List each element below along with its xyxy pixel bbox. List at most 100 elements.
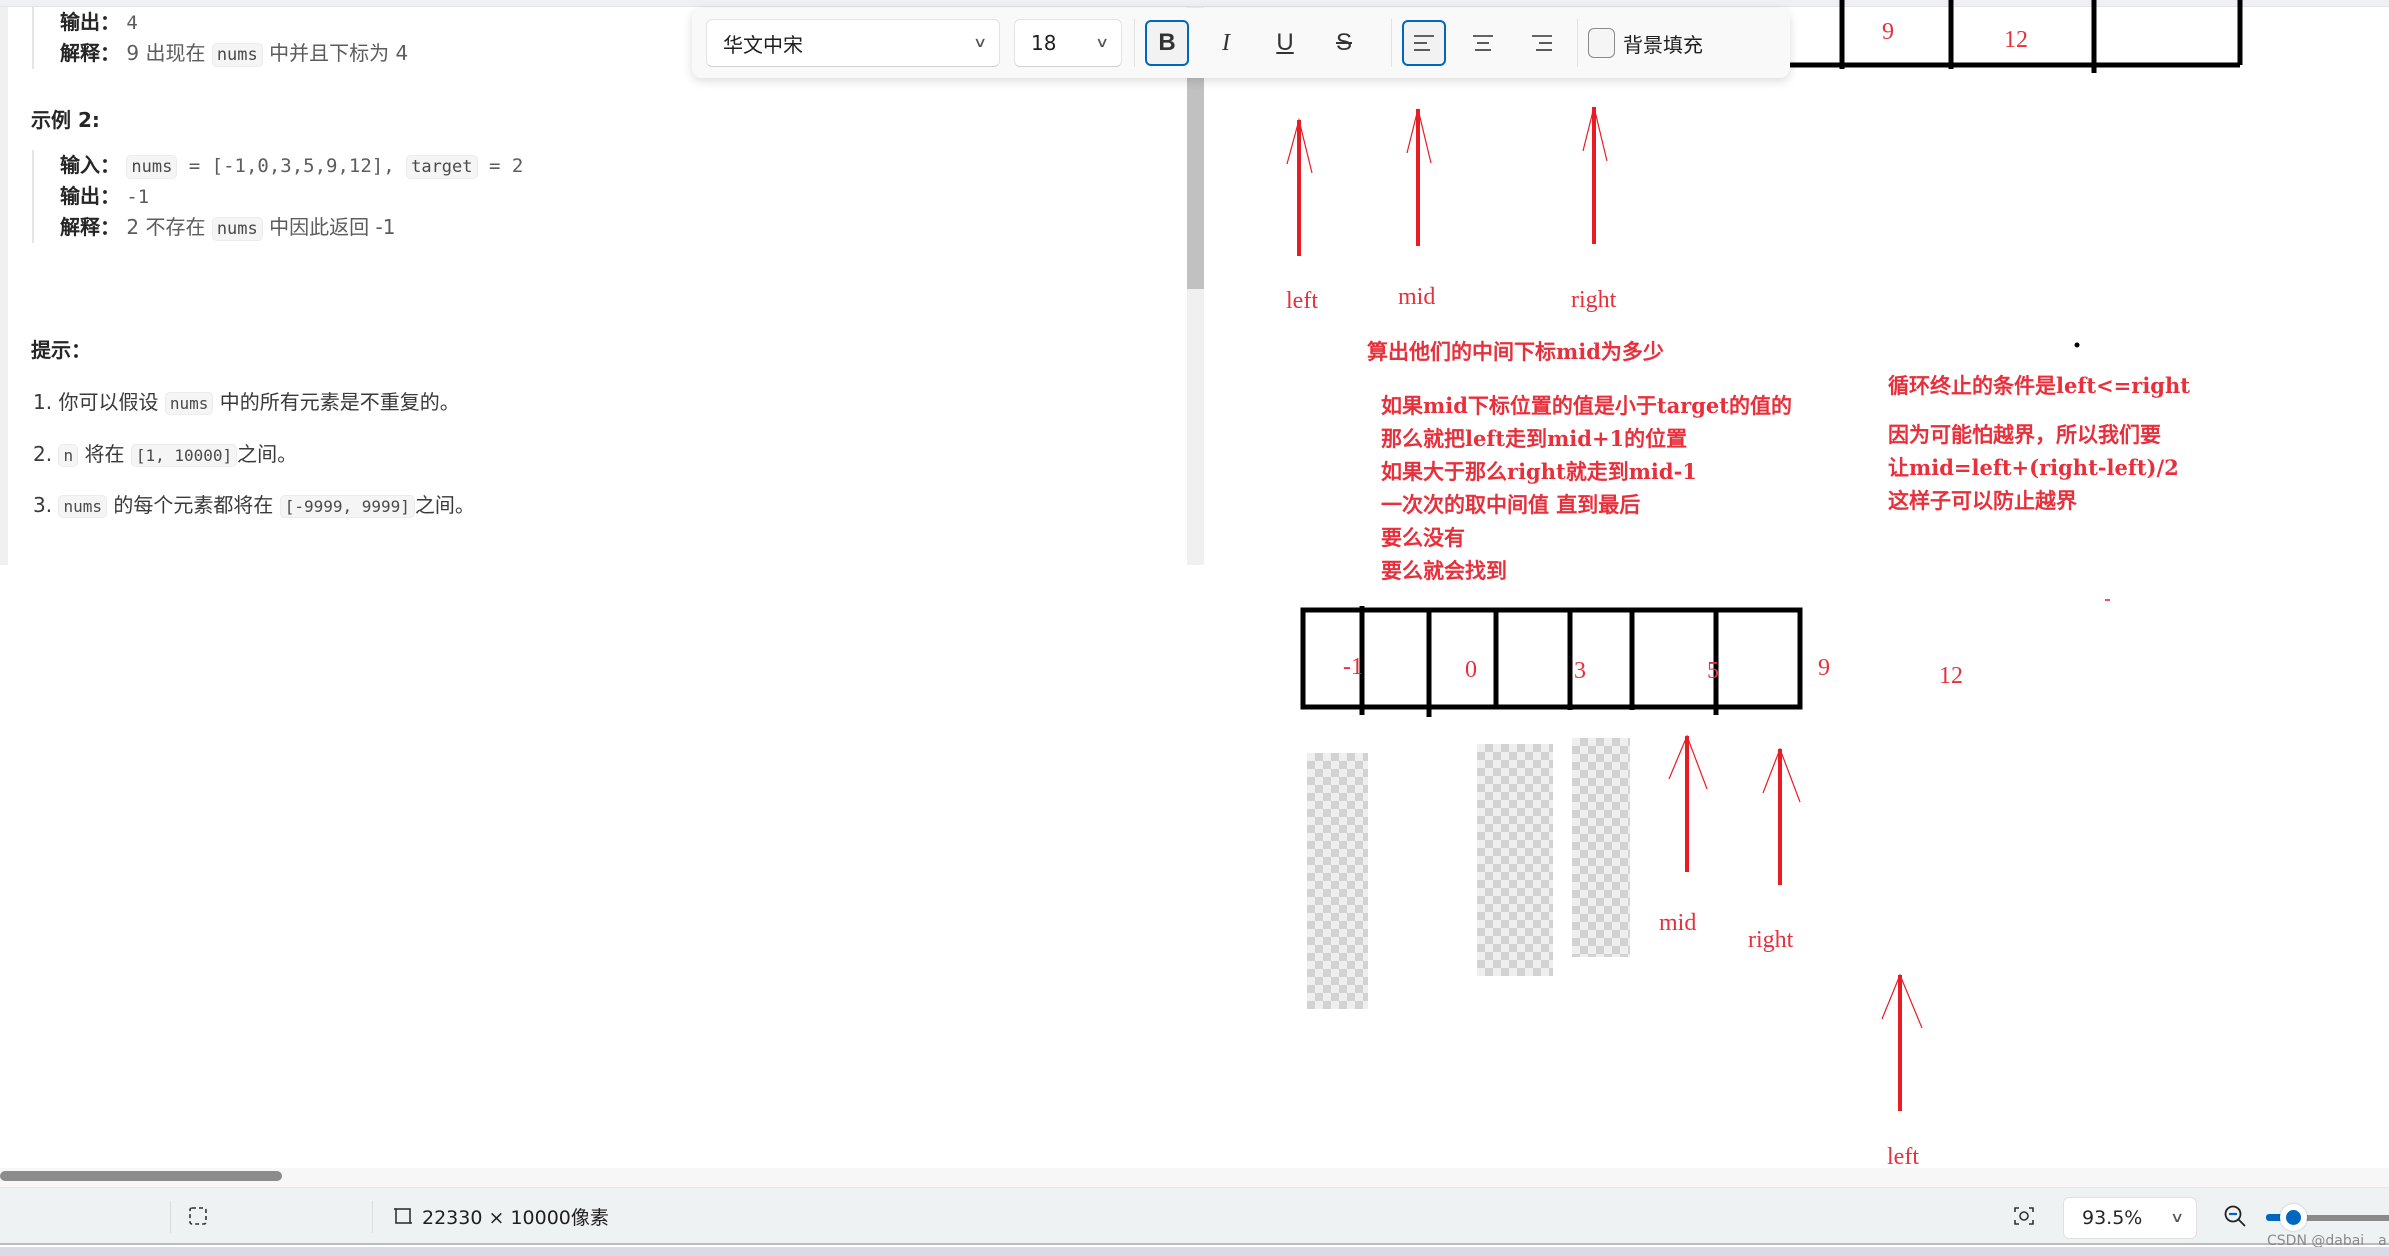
italic-button[interactable]: I	[1204, 20, 1248, 66]
dimensions-icon	[394, 1208, 412, 1224]
explain-text: 中因此返回 -1	[262, 215, 396, 239]
zoom-slider-thumb[interactable]	[2280, 1204, 2307, 1231]
inline-code: nums	[58, 495, 107, 518]
hint-number: 3.	[33, 493, 53, 517]
annotation-step: 那么就把left走到mid+1的位置	[1381, 426, 1688, 451]
inline-code: target	[406, 155, 478, 179]
hint-text: 将在	[78, 442, 131, 466]
annotation-step: 如果大于那么right就走到mid-1	[1381, 459, 1697, 484]
transparent-region	[1572, 738, 1630, 957]
example1-tail: 输出： 4 解释： 9 出现在 nums 中并且下标为 4	[32, 7, 408, 69]
top-arrow-mid	[1406, 108, 1432, 246]
bottom-array-value: -1	[1343, 654, 1363, 680]
bold-button[interactable]: B	[1145, 20, 1189, 66]
hint-item: 3. nums 的每个元素都将在 [-9999, 9999] 之间。	[33, 489, 475, 518]
status-bar: 22330 × 10000像素 93.5% ∨	[0, 1187, 2389, 1245]
problem-description-panel: 输出： 4 解释： 9 出现在 nums 中并且下标为 4 示例 2: 输入： …	[0, 7, 1205, 565]
hint-text: 的每个元素都将在	[106, 493, 280, 517]
status-divider	[170, 1201, 171, 1233]
output-value: -1	[126, 186, 150, 208]
annotation-overflow-line: 让mid=left+(right-left)/2	[1888, 455, 2179, 480]
chevron-down-icon: ∨	[972, 35, 988, 51]
toolbar-divider	[1391, 19, 1392, 67]
panel-scrollbar-thumb[interactable]	[1187, 67, 1204, 289]
font-family-value: 华文中宋	[723, 32, 803, 57]
selection-icon	[189, 1207, 207, 1225]
text-format-toolbar: 华文中宋 ∨ 18 ∨ B I U S 背景填充	[692, 8, 1790, 78]
inline-code: [1, 10000]	[130, 444, 238, 467]
output-value: 4	[126, 12, 138, 34]
output-label: 输出：	[60, 10, 120, 34]
annotation-overflow-line: 因为可能怕越界，所以我们要	[1888, 422, 2161, 447]
align-center-icon	[1473, 35, 1493, 51]
top-arrow-right	[1582, 106, 1608, 244]
zoom-level-dropdown[interactable]: 93.5% ∨	[2063, 1197, 2197, 1239]
stray-dot	[2074, 342, 2080, 348]
hint-item: 1. 你可以假设 nums 中的所有元素是不重复的。	[33, 386, 460, 415]
label-mid: mid	[1398, 284, 1436, 310]
hint-item: 2. n 将在 [1, 10000] 之间。	[33, 438, 297, 467]
underline-button[interactable]: U	[1263, 20, 1307, 66]
hint-text: 中的所有元素是不重复的。	[213, 390, 460, 414]
strikethrough-button[interactable]: S	[1322, 20, 1366, 66]
panel-gutter	[0, 7, 8, 565]
toolbar-divider	[1134, 19, 1135, 67]
zoom-out-icon	[2224, 1205, 2246, 1227]
explain-text: 中并且下标为 4	[262, 41, 409, 65]
example2-input: 输入： nums = [-1,0,3,5,9,12], target = 2	[60, 150, 523, 181]
image-dimensions: 22330 × 10000像素	[393, 1188, 609, 1244]
explain-label: 解释：	[60, 41, 120, 65]
fit-to-window-button[interactable]	[2013, 1188, 2035, 1244]
annotation-step: 要么就会找到	[1381, 558, 1507, 583]
font-size-dropdown[interactable]: 18 ∨	[1014, 19, 1122, 67]
explain-text: 2 不存在	[126, 215, 212, 239]
explain-text: 9 出现在	[126, 41, 212, 65]
inline-code: nums	[211, 217, 263, 241]
horizontal-scrollbar[interactable]	[0, 1168, 2389, 1187]
annotation-overflow: 因为可能怕越界，所以我们要 让mid=left+(right-left)/2 这…	[1888, 419, 2179, 518]
example2-output: 输出： -1	[60, 181, 523, 212]
background-fill-label: 背景填充	[1623, 32, 1703, 57]
fit-screen-icon	[2014, 1207, 2034, 1225]
taskbar-edge	[0, 1247, 2389, 1256]
align-left-button[interactable]	[1402, 20, 1446, 66]
align-right-icon	[1532, 35, 1552, 51]
align-left-icon	[1414, 35, 1434, 51]
explain-label: 解释：	[60, 215, 120, 239]
annotation-step: 如果mid下标位置的值是小于target的值的	[1381, 393, 1792, 418]
inline-code: nums	[164, 392, 214, 415]
font-size-value: 18	[1031, 31, 1057, 55]
annotation-overflow-line: 这样子可以防止越界	[1888, 488, 2077, 513]
bottom-array	[1300, 606, 1803, 717]
bottom-arrow-mid	[1668, 734, 1708, 872]
background-fill-checkbox[interactable]	[1588, 28, 1615, 58]
annotation-step: 一次次的取中间值 直到最后	[1381, 492, 1641, 517]
selection-tool[interactable]	[188, 1188, 208, 1244]
example1-output: 输出： 4	[60, 7, 408, 38]
label-mid: mid	[1659, 910, 1697, 936]
align-right-button[interactable]	[1520, 20, 1564, 66]
panel-vertical-scrollbar[interactable]	[1187, 7, 1204, 565]
example1-explain: 解释： 9 出现在 nums 中并且下标为 4	[60, 38, 408, 69]
transparent-region	[1477, 744, 1553, 976]
top-array-value: 9	[1882, 19, 1894, 45]
align-center-button[interactable]	[1461, 20, 1505, 66]
underline-icon: U	[1276, 29, 1294, 56]
label-right: right	[1748, 927, 1794, 953]
bottom-array-frame	[1300, 607, 1803, 710]
zoom-out-button[interactable]	[2223, 1188, 2247, 1244]
bottom-array-value: 12	[1939, 663, 1963, 689]
annotation-step: 要么没有	[1381, 525, 1465, 550]
zoom-slider-track[interactable]	[2300, 1215, 2389, 1221]
example2-block: 输入： nums = [-1,0,3,5,9,12], target = 2 输…	[32, 150, 523, 243]
input-label: 输入：	[60, 153, 120, 177]
label-left: left	[1887, 1144, 1919, 1170]
bottom-array-value: 3	[1574, 658, 1586, 684]
strikethrough-icon: S	[1335, 29, 1352, 56]
inline-code: n	[58, 444, 79, 467]
transparent-region	[1307, 753, 1368, 1009]
font-family-dropdown[interactable]: 华文中宋 ∨	[706, 19, 1000, 67]
horizontal-scrollbar-thumb[interactable]	[0, 1171, 282, 1181]
status-divider	[372, 1201, 373, 1233]
hints-heading: 提示：	[31, 338, 91, 362]
